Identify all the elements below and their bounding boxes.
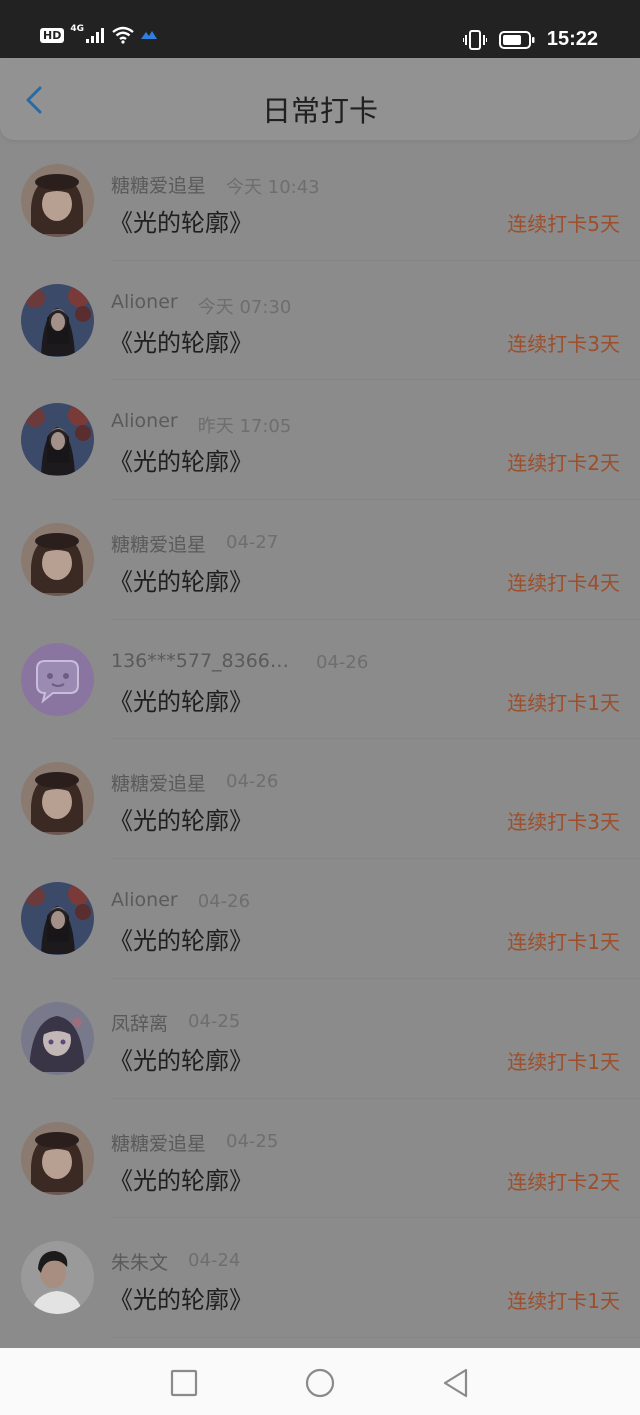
checkin-time: 今天 07:30 — [197, 296, 292, 318]
status-right: 15:22 — [462, 28, 598, 51]
page-title: 日常打卡 — [261, 94, 378, 128]
user-name[interactable]: 糖糖爱追星 — [111, 769, 206, 796]
avatar[interactable] — [21, 403, 94, 477]
checkin-item[interactable]: Alioner 04-26 《光的轮廓》 连续打卡1天 — [0, 859, 640, 979]
user-name[interactable]: Alioner — [111, 889, 178, 911]
avatar[interactable] — [21, 1001, 94, 1075]
hd-badge: HD — [40, 27, 65, 43]
checkin-time: 04-25 — [188, 1010, 241, 1032]
triangle-back-icon[interactable] — [438, 1365, 474, 1401]
cloud-sync-icon — [141, 31, 157, 39]
square-icon[interactable] — [166, 1365, 202, 1401]
user-name[interactable]: Alioner — [111, 291, 178, 313]
book-title: 《光的轮廓》 — [109, 209, 253, 237]
checkin-time: 今天 10:43 — [226, 177, 320, 198]
book-title: 《光的轮廓》 — [109, 1286, 253, 1315]
book-title: 《光的轮廓》 — [109, 807, 253, 836]
network-type: 4G — [70, 24, 84, 34]
status-bar: HD 4G 15:22 — [0, 0, 640, 58]
book-title: 《光的轮廓》 — [109, 568, 253, 597]
avatar[interactable] — [21, 1121, 94, 1195]
battery-icon — [498, 30, 535, 49]
checkin-list[interactable]: 糖糖爱追星 今天 10:43 《光的轮廓》 连续打卡5天 Alioner 今天 07:30… — [0, 141, 640, 1338]
checkin-item[interactable]: Alioner 今天 07:30 《光的轮廓》 连续打卡3天 — [0, 261, 640, 381]
checkin-time: 04-27 — [226, 532, 279, 554]
checkin-time: 04-26 — [197, 891, 251, 913]
streak-label: 连续打卡3天 — [507, 331, 620, 356]
checkin-time: 04-26 — [316, 651, 369, 673]
streak-label: 连续打卡1天 — [507, 1049, 620, 1074]
user-name[interactable]: Alioner — [111, 410, 178, 432]
signal-icon — [86, 28, 104, 43]
book-title: 《光的轮廓》 — [109, 927, 253, 956]
user-name[interactable]: 糖糖爱追星 — [111, 1129, 206, 1156]
checkin-item[interactable]: 凤辞离 04-25 《光的轮廓》 连续打卡1天 — [0, 979, 640, 1099]
checkin-item[interactable]: 136***577_83667... 04-26 《光的轮廓》 连续打卡1天 — [0, 620, 640, 740]
checkin-item[interactable]: 糖糖爱追星 今天 10:43 《光的轮廓》 连续打卡5天 — [0, 141, 640, 261]
streak-label: 连续打卡1天 — [507, 1289, 620, 1314]
user-name[interactable]: 凤辞离 — [111, 1009, 168, 1036]
streak-label: 连续打卡1天 — [507, 690, 620, 715]
checkin-item[interactable]: 糖糖爱追星 04-26 《光的轮廓》 连续打卡3天 — [0, 739, 640, 860]
checkin-time: 昨天 17:05 — [197, 416, 292, 438]
avatar[interactable] — [21, 882, 94, 956]
user-name[interactable]: 136***577_83667... — [111, 650, 296, 672]
streak-label: 连续打卡2天 — [507, 451, 620, 476]
streak-label: 连续打卡1天 — [507, 930, 620, 955]
wifi-icon — [112, 26, 134, 44]
checkin-item[interactable]: 糖糖爱追星 04-27 《光的轮廓》 连续打卡4天 — [0, 500, 640, 620]
book-title: 《光的轮廓》 — [109, 1046, 253, 1075]
checkin-time: 04-26 — [226, 771, 279, 793]
status-left: HD 4G — [40, 24, 158, 44]
checkin-time: 04-25 — [226, 1130, 279, 1152]
divider — [111, 1336, 640, 1338]
system-nav-bar — [0, 1348, 640, 1415]
book-title: 《光的轮廓》 — [109, 1166, 253, 1195]
avatar[interactable] — [21, 164, 94, 237]
avatar[interactable] — [21, 762, 94, 836]
avatar[interactable] — [21, 523, 94, 597]
checkin-item[interactable]: Alioner 昨天 17:05 《光的轮廓》 连续打卡2天 — [0, 380, 640, 501]
checkin-item[interactable]: 朱朱文 04-24 《光的轮廓》 连续打卡1天 — [0, 1218, 640, 1338]
user-name[interactable]: 糖糖爱追星 — [111, 530, 206, 557]
avatar[interactable] — [21, 283, 94, 357]
page-header: 日常打卡 — [0, 58, 640, 140]
streak-label: 连续打卡2天 — [507, 1169, 620, 1194]
checkin-item[interactable]: 糖糖爱追星 04-25 《光的轮廓》 连续打卡2天 — [0, 1099, 640, 1219]
book-title: 《光的轮廓》 — [109, 448, 253, 477]
streak-label: 连续打卡4天 — [507, 571, 620, 596]
avatar[interactable] — [21, 1241, 94, 1315]
book-title: 《光的轮廓》 — [109, 328, 253, 357]
streak-label: 连续打卡3天 — [507, 810, 620, 835]
circle-icon[interactable] — [302, 1365, 338, 1401]
streak-label: 连续打卡5天 — [507, 212, 620, 236]
book-title: 《光的轮廓》 — [109, 687, 253, 716]
user-name[interactable]: 糖糖爱追星 — [111, 171, 206, 198]
avatar[interactable] — [21, 642, 94, 716]
vibrate-icon — [462, 29, 487, 50]
clock: 15:22 — [546, 28, 598, 50]
checkin-time: 04-24 — [188, 1250, 241, 1272]
user-name[interactable]: 朱朱文 — [111, 1248, 168, 1275]
